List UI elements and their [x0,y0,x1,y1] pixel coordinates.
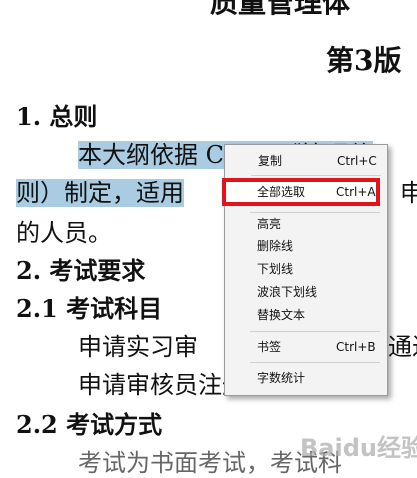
menu-item-underline[interactable]: 下划线 [224,259,386,279]
menu-item-strikethrough[interactable]: 删除线 [224,236,386,256]
paragraph-line-2-end: 申 [400,179,417,207]
menu-separator [250,362,380,363]
baidu-watermark: Baidu经验 [300,434,417,462]
menu-item-label: 字数统计 [257,371,306,385]
section-heading-subjects: 2.1 考试科目 [16,294,163,323]
menu-item-label: 波浪下划线 [257,285,318,299]
section-heading-exam: 2. 考试要求 [16,256,146,285]
section-heading-general: 1. 总则 [16,102,98,131]
menu-item-label: 高亮 [257,217,282,231]
document-title: 质量管理体 [210,0,351,19]
menu-item-label: 书签 [257,340,282,354]
context-menu-items: 高亮 删除线 下划线 波浪下划线 替换文本 书签 Ctrl+B 字数统计 [224,144,386,394]
menu-item-wavy-underline[interactable]: 波浪下划线 [224,282,386,302]
paragraph-line-4-end: 通过 [388,333,417,361]
selected-text-2: 则）制定，适用 [16,179,184,207]
section-heading-method: 2.2 考试方式 [16,410,163,439]
menu-item-bookmark[interactable]: 书签 Ctrl+B [224,337,386,357]
menu-item-label: 替换文本 [257,308,306,322]
menu-separator [250,331,380,332]
menu-item-label: 删除线 [257,239,294,253]
menu-item-replace-text[interactable]: 替换文本 [224,305,386,325]
menu-item-shortcut: Ctrl+B [336,340,376,354]
menu-item-word-count[interactable]: 字数统计 [224,368,386,388]
paragraph-line-2[interactable]: 则）制定，适用 [16,178,184,208]
menu-item-label: 下划线 [257,262,294,276]
edition-heading: 第3版 [326,44,402,77]
paragraph-line-3: 的人员。 [16,219,112,247]
menu-separator [250,212,380,213]
paragraph-line-4: 申请实习审 [78,333,198,361]
menu-item-highlight[interactable]: 高亮 [224,214,386,234]
